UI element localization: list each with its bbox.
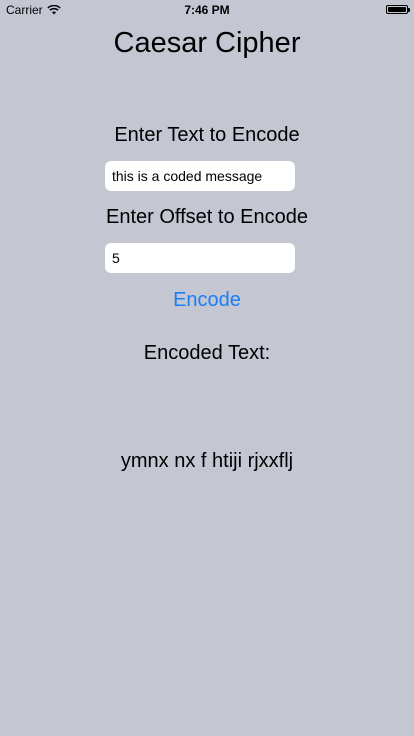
encode-button[interactable]: Encode	[150, 286, 264, 314]
encoded-result-text: ymnx nx f htiji rjxxflj	[120, 450, 294, 472]
encoded-text-label: Encoded Text:	[143, 342, 271, 364]
offset-input-label: Enter Offset to Encode	[106, 206, 308, 228]
status-bar: Carrier 7:46 PM	[0, 0, 414, 20]
battery-icon	[386, 5, 410, 14]
text-input-field[interactable]	[105, 161, 295, 191]
status-time: 7:46 PM	[184, 3, 230, 17]
offset-input-field[interactable]	[105, 243, 295, 273]
battery-fill	[388, 7, 406, 12]
battery-cap	[408, 8, 410, 12]
page-title: Caesar Cipher	[113, 27, 301, 59]
text-input-label: Enter Text to Encode	[114, 124, 300, 146]
